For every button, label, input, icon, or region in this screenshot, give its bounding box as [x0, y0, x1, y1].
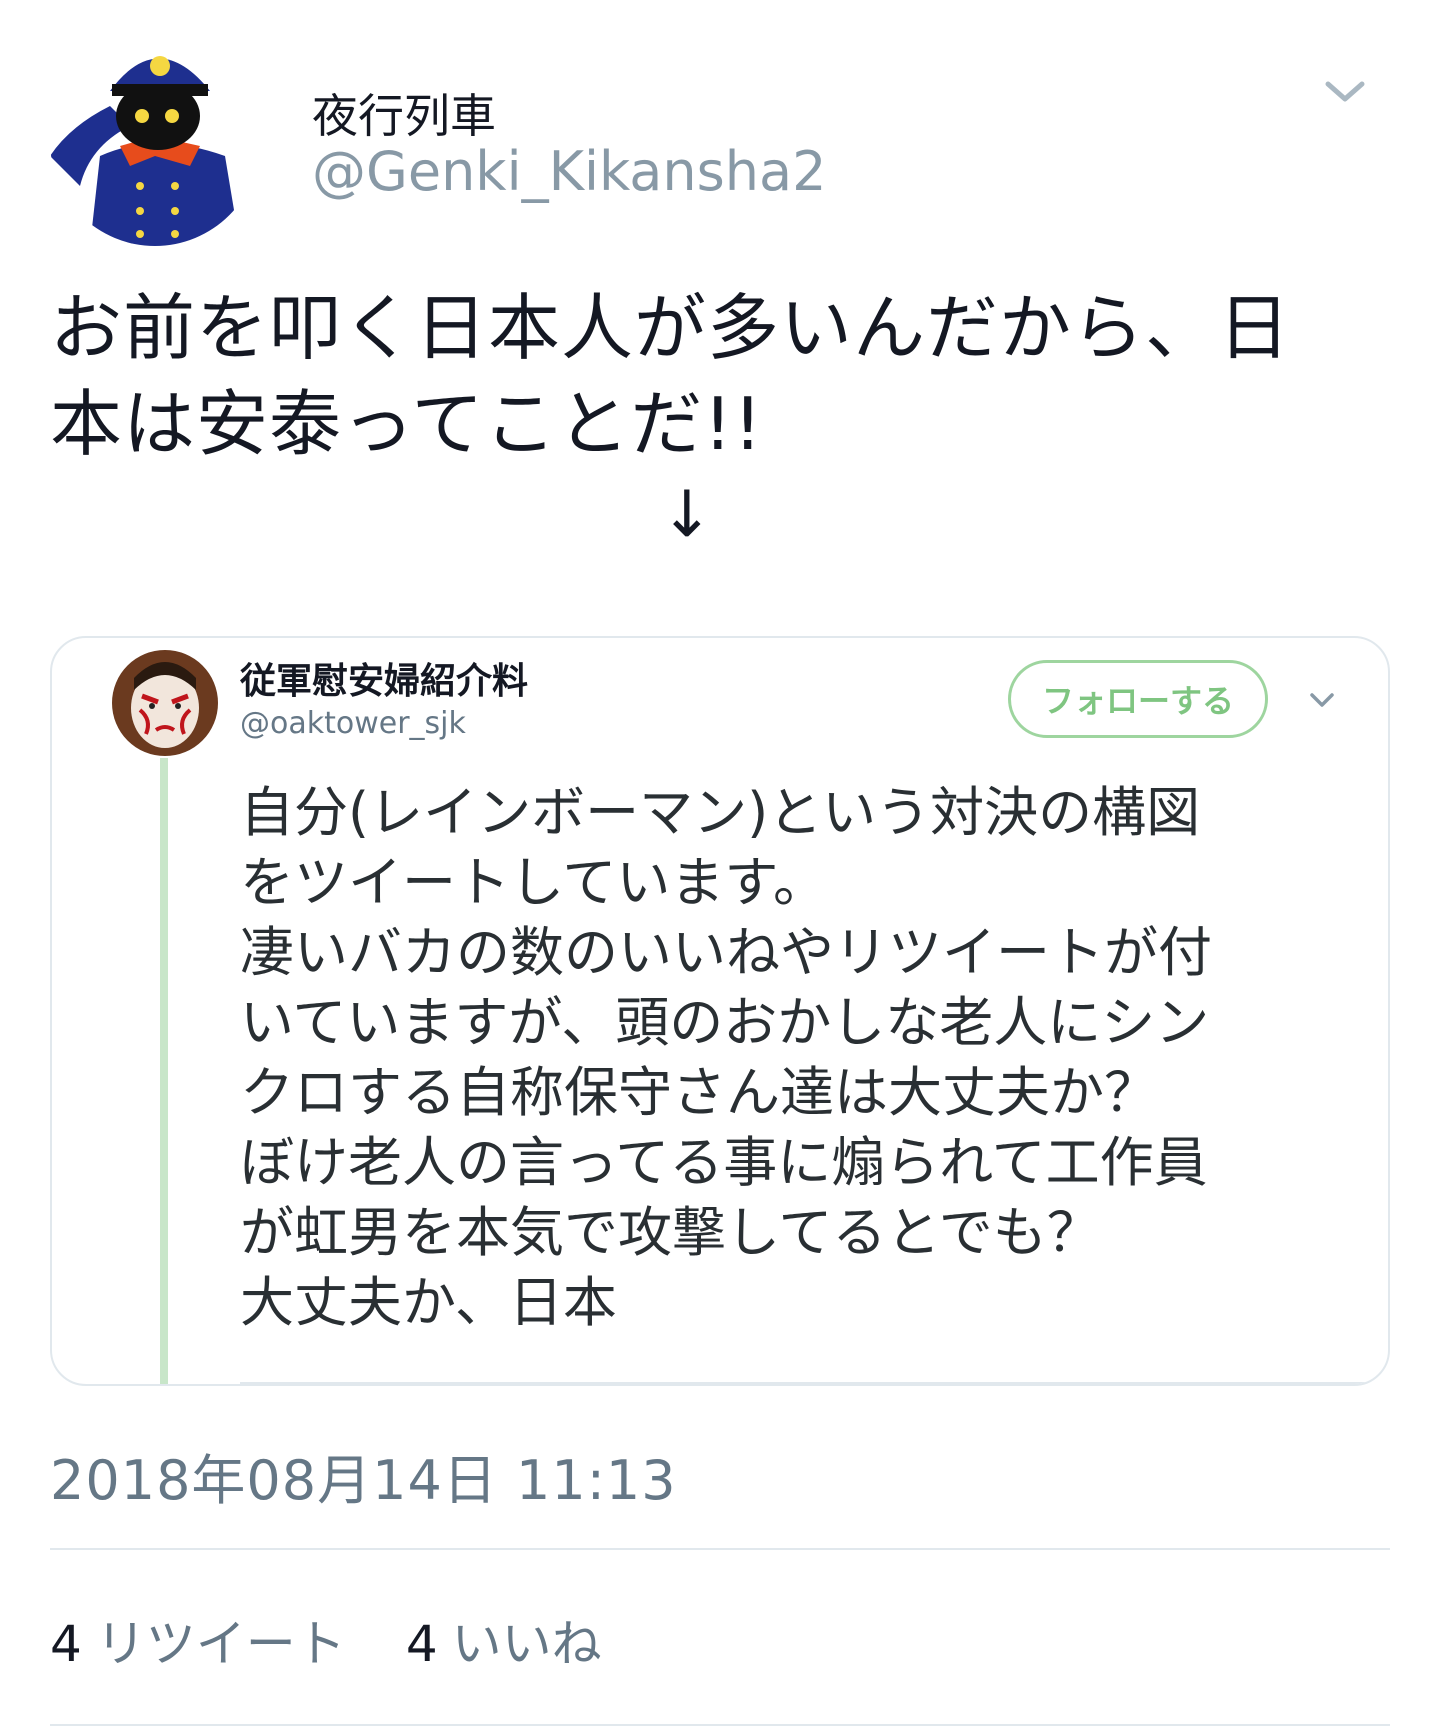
author-handle[interactable]: @Genki_Kikansha2	[312, 140, 826, 203]
divider	[240, 1382, 1388, 1384]
quoted-tweet-card[interactable]: 従軍慰安婦紹介料 @oaktower_sjk フォローする 自分(レインボーマン…	[50, 636, 1390, 1386]
tweet-timestamp[interactable]: 2018年08月14日 11:13	[50, 1436, 677, 1515]
down-arrow-text: ↓	[660, 478, 714, 552]
tweet-text-line: 本は安泰ってことだ!!	[50, 382, 764, 466]
quoted-text-line: ぼけ老人の言ってる事に煽られて工作員	[240, 1131, 1208, 1194]
quoted-text-line: 凄いバカの数のいいねやリツイートが付	[240, 921, 1212, 984]
follow-button[interactable]: フォローする	[1008, 660, 1268, 738]
quoted-author-name[interactable]: 従軍慰安婦紹介料	[240, 652, 528, 704]
like-label: いいね	[451, 1615, 602, 1673]
chevron-down-icon[interactable]	[1304, 682, 1340, 718]
divider	[50, 1724, 1390, 1726]
divider	[50, 1548, 1390, 1550]
quoted-text-line: クロする自称保守さん達は大丈夫か？	[240, 1061, 1158, 1124]
retweet-count: 4	[50, 1615, 82, 1673]
quoted-text-line: 大丈夫か、日本	[240, 1271, 617, 1334]
quoted-text-line: いていますが、頭のおかしな老人にシン	[240, 991, 1210, 1054]
thread-line	[160, 758, 168, 1384]
like-count: 4	[405, 1615, 438, 1673]
chevron-down-icon[interactable]	[1320, 66, 1370, 116]
tweet-text: お前を叩く日本人が多いんだから、日 本は安泰ってことだ!!	[50, 280, 1390, 472]
retweet-stat[interactable]: 4 リツイート	[50, 1604, 346, 1676]
quoted-tweet-text: 自分(レインボーマン)という対決の構図 をツイートしています。 凄いバカの数のい…	[240, 778, 1360, 1338]
quoted-text-line: が虹男を本気で攻撃してるとでも？	[240, 1201, 1101, 1264]
tweet-text-line: お前を叩く日本人が多いんだから、日	[50, 286, 1292, 370]
quoted-text-line: 自分(レインボーマン)という対決の構図	[240, 781, 1201, 844]
tweet-header: 夜行列車 @Genki_Kikansha2	[50, 36, 1390, 256]
avatar[interactable]	[112, 650, 218, 756]
like-stat[interactable]: 4 いいね	[406, 1604, 602, 1676]
quoted-author-handle[interactable]: @oaktower_sjk	[240, 706, 466, 741]
avatar[interactable]	[50, 36, 260, 246]
retweet-label: リツイート	[95, 1615, 346, 1673]
quoted-text-line: をツイートしています。	[240, 851, 827, 914]
author-name[interactable]: 夜行列車	[312, 80, 496, 146]
tweet-stats: 4 リツイート 4 いいね	[50, 1604, 602, 1676]
